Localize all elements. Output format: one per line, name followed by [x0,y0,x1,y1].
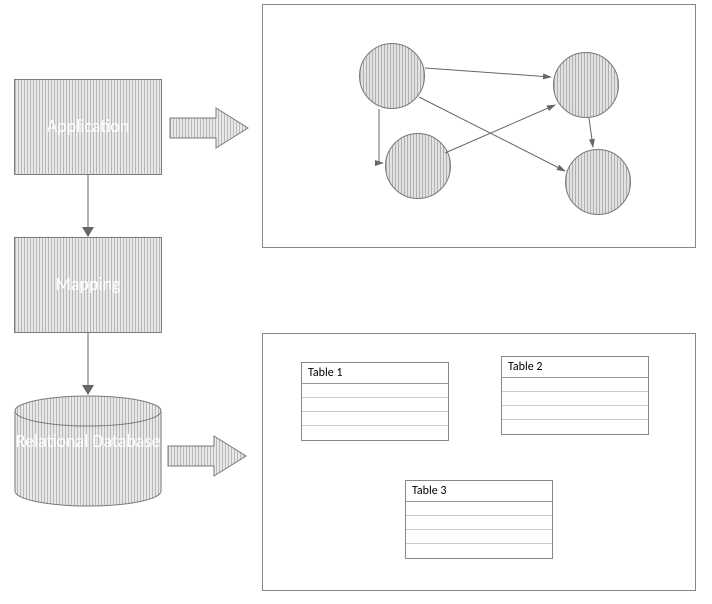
table-2-header: Table 2 [502,357,648,378]
table-row [302,384,448,398]
database-label: Relational Database [16,431,161,453]
graph-edges [263,5,697,249]
graph-panel [262,4,696,248]
table-row [502,420,648,434]
table-3: Table 3 [405,480,553,559]
table-row [406,530,552,544]
application-label: Application [47,116,130,138]
table-1: Table 1 [301,362,449,441]
table-1-header: Table 1 [302,363,448,384]
table-row [502,392,648,406]
arrow-app-to-mapping [70,175,106,238]
table-row [302,398,448,412]
table-row [406,502,552,516]
mapping-box: Mapping [14,237,162,333]
table-row [502,406,648,420]
table-row [406,544,552,558]
table-row [502,378,648,392]
table-row [406,516,552,530]
application-box: Application [14,79,162,175]
database-cylinder: Relational Database [14,395,162,507]
table-row [302,412,448,426]
table-2: Table 2 [501,356,649,435]
tables-panel: Table 1 Table 2 Table 3 [262,333,696,591]
mapping-label: Mapping [56,274,121,296]
arrow-mapping-to-db [70,333,106,396]
table-row [302,426,448,440]
table-3-header: Table 3 [406,481,552,502]
